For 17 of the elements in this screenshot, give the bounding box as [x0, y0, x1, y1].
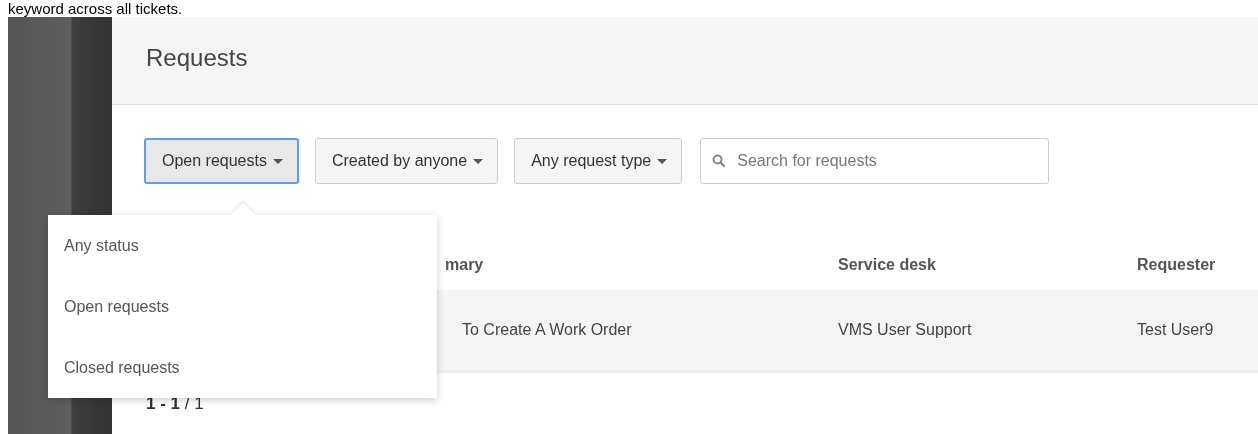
- caret-icon: [657, 158, 668, 164]
- filter-dropdown[interactable]: Created by anyone: [314, 138, 499, 184]
- table-cell-text: VMS User Support: [838, 321, 973, 339]
- column-header: Service desk: [838, 256, 937, 274]
- caret-icon: [272, 158, 283, 164]
- search-icon: [712, 154, 727, 168]
- page-title: Requests: [146, 43, 248, 72]
- caret-icon: [473, 158, 484, 164]
- column-header: Requester: [1137, 256, 1216, 274]
- table-cell: Test User9: [1137, 321, 1214, 339]
- filter-dropdown[interactable]: Open requests: [144, 138, 299, 184]
- menu-item[interactable]: Any status: [48, 215, 437, 276]
- column-header: mary: [444, 256, 485, 274]
- caption-text: keyword across all tickets.: [7, 0, 184, 17]
- filter-dropdown[interactable]: Any request type: [514, 138, 683, 184]
- search-field[interactable]: Search for requests: [700, 138, 1050, 184]
- table-cell-text: To Create A Work Order: [461, 321, 633, 339]
